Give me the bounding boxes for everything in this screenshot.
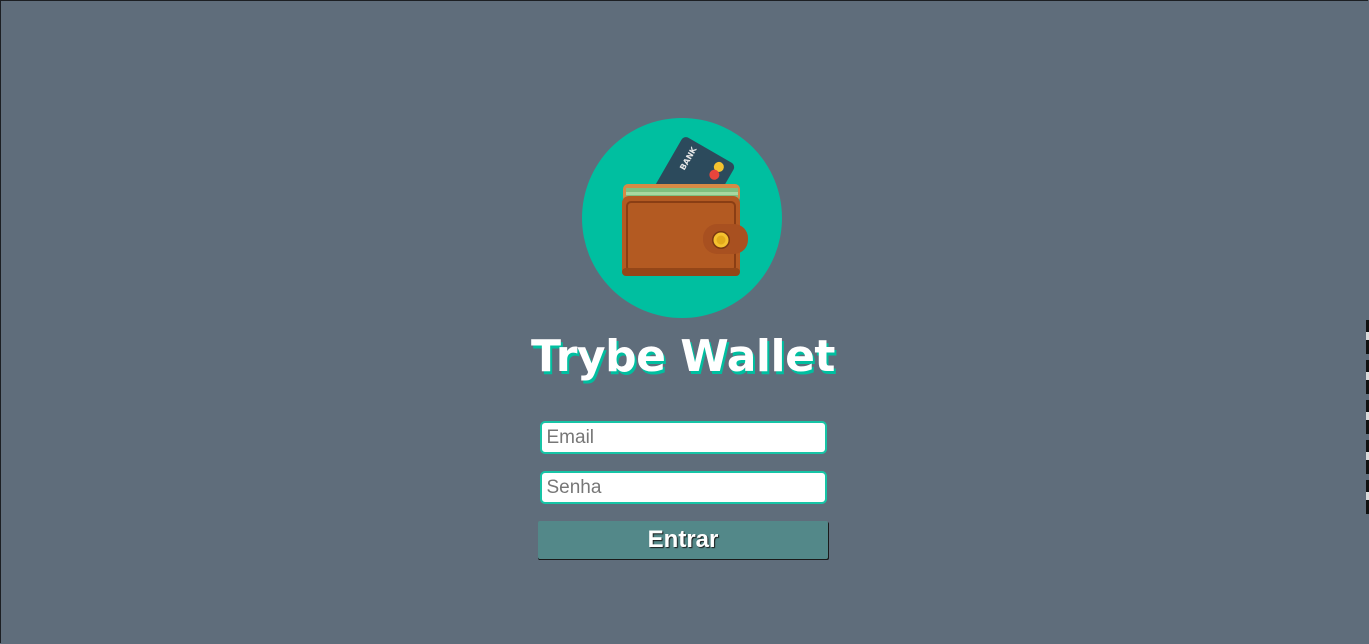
- password-input[interactable]: [539, 471, 827, 505]
- app-title: Trybe Wallet: [531, 331, 835, 382]
- login-button[interactable]: Entrar: [538, 521, 828, 560]
- wallet-logo: BANK: [582, 118, 782, 318]
- wallet-with-bank-card-icon: BANK: [622, 137, 748, 276]
- email-input[interactable]: [539, 421, 827, 455]
- login-form: BANK Trybe Wallet Entrar: [531, 118, 835, 560]
